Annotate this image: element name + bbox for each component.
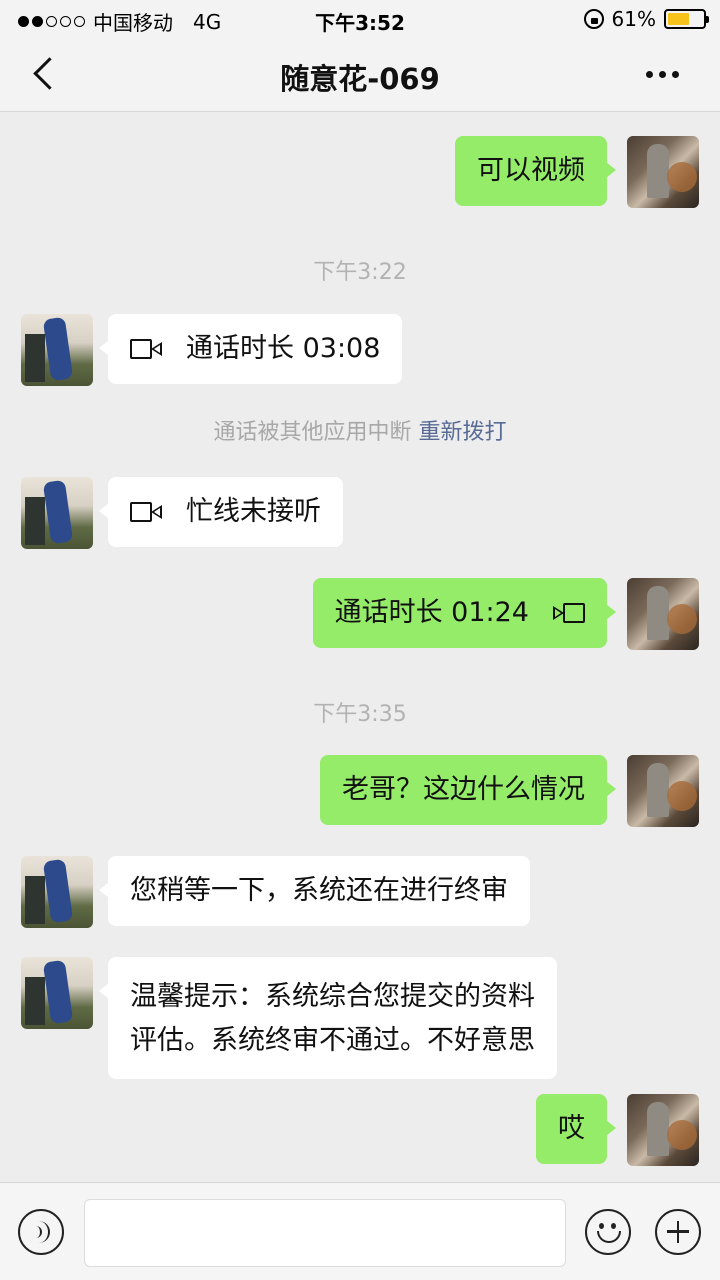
status-right: 61% (583, 7, 709, 31)
my-avatar[interactable] (627, 578, 699, 650)
my-avatar[interactable] (627, 1094, 699, 1166)
message-bubble-sent[interactable]: 可以视频 (455, 136, 616, 206)
battery-percent: 61% (611, 7, 656, 31)
redial-link[interactable]: 重新拨打 (419, 420, 507, 445)
contact-avatar[interactable] (21, 856, 93, 928)
message-bubble-sent[interactable]: 老哥？这边什么情况 (320, 755, 616, 825)
message-bubble-sent[interactable]: 哎 (536, 1094, 616, 1164)
message-bubble-received[interactable]: 温馨提示：系统综合您提交的资料 评估。系统终审不通过。不好意思 (99, 957, 557, 1079)
chat-title: 随意花-069 (280, 62, 440, 96)
system-notice: 通话被其他应用中断 重新拨打 (0, 414, 720, 446)
plus-icon[interactable] (655, 1209, 701, 1255)
orientation-lock-icon (583, 9, 604, 29)
message-text: 可以视频 (477, 155, 585, 186)
message-text-line: 评估。系统终审不通过。不好意思 (130, 1025, 535, 1056)
call-record-bubble[interactable]: 通话时长 03:08 (98, 314, 403, 384)
call-status-text: 忙线未接听 (186, 496, 321, 527)
input-bar (0, 1182, 720, 1280)
my-avatar[interactable] (627, 755, 699, 827)
message-timestamp: 下午3:22 (313, 260, 407, 285)
call-duration-text: 通话时长 01:24 (334, 597, 529, 628)
call-record-bubble[interactable]: 忙线未接听 (99, 477, 343, 547)
contact-avatar[interactable] (21, 477, 93, 549)
video-call-icon (551, 602, 585, 624)
contact-avatar[interactable] (21, 957, 93, 1029)
battery-icon (664, 9, 709, 29)
nav-bar: 随意花-069 (0, 38, 720, 112)
video-call-icon (130, 501, 164, 523)
call-record-bubble-sent[interactable]: 通话时长 01:24 (312, 578, 617, 648)
message-timestamp: 下午3:35 (313, 702, 407, 727)
status-bar: 中国移动 4G 下午3:52 61% (0, 0, 720, 38)
message-bubble-received[interactable]: 您稍等一下，系统还在进行终审 (99, 856, 530, 926)
call-duration-text: 通话时长 03:08 (186, 333, 381, 364)
voice-icon[interactable] (18, 1209, 64, 1255)
contact-avatar[interactable] (21, 314, 93, 386)
message-text-line: 温馨提示：系统综合您提交的资料 (130, 981, 535, 1012)
video-call-icon (130, 338, 164, 360)
message-text: 老哥？这边什么情况 (342, 774, 585, 805)
message-input[interactable] (84, 1199, 566, 1267)
emoji-icon[interactable] (585, 1209, 631, 1255)
message-text: 您稍等一下，系统还在进行终审 (130, 875, 508, 906)
my-avatar[interactable] (627, 136, 699, 208)
message-text: 哎 (558, 1113, 585, 1144)
system-notice-text: 通话被其他应用中断 (213, 420, 412, 445)
more-options-icon[interactable] (646, 62, 682, 86)
